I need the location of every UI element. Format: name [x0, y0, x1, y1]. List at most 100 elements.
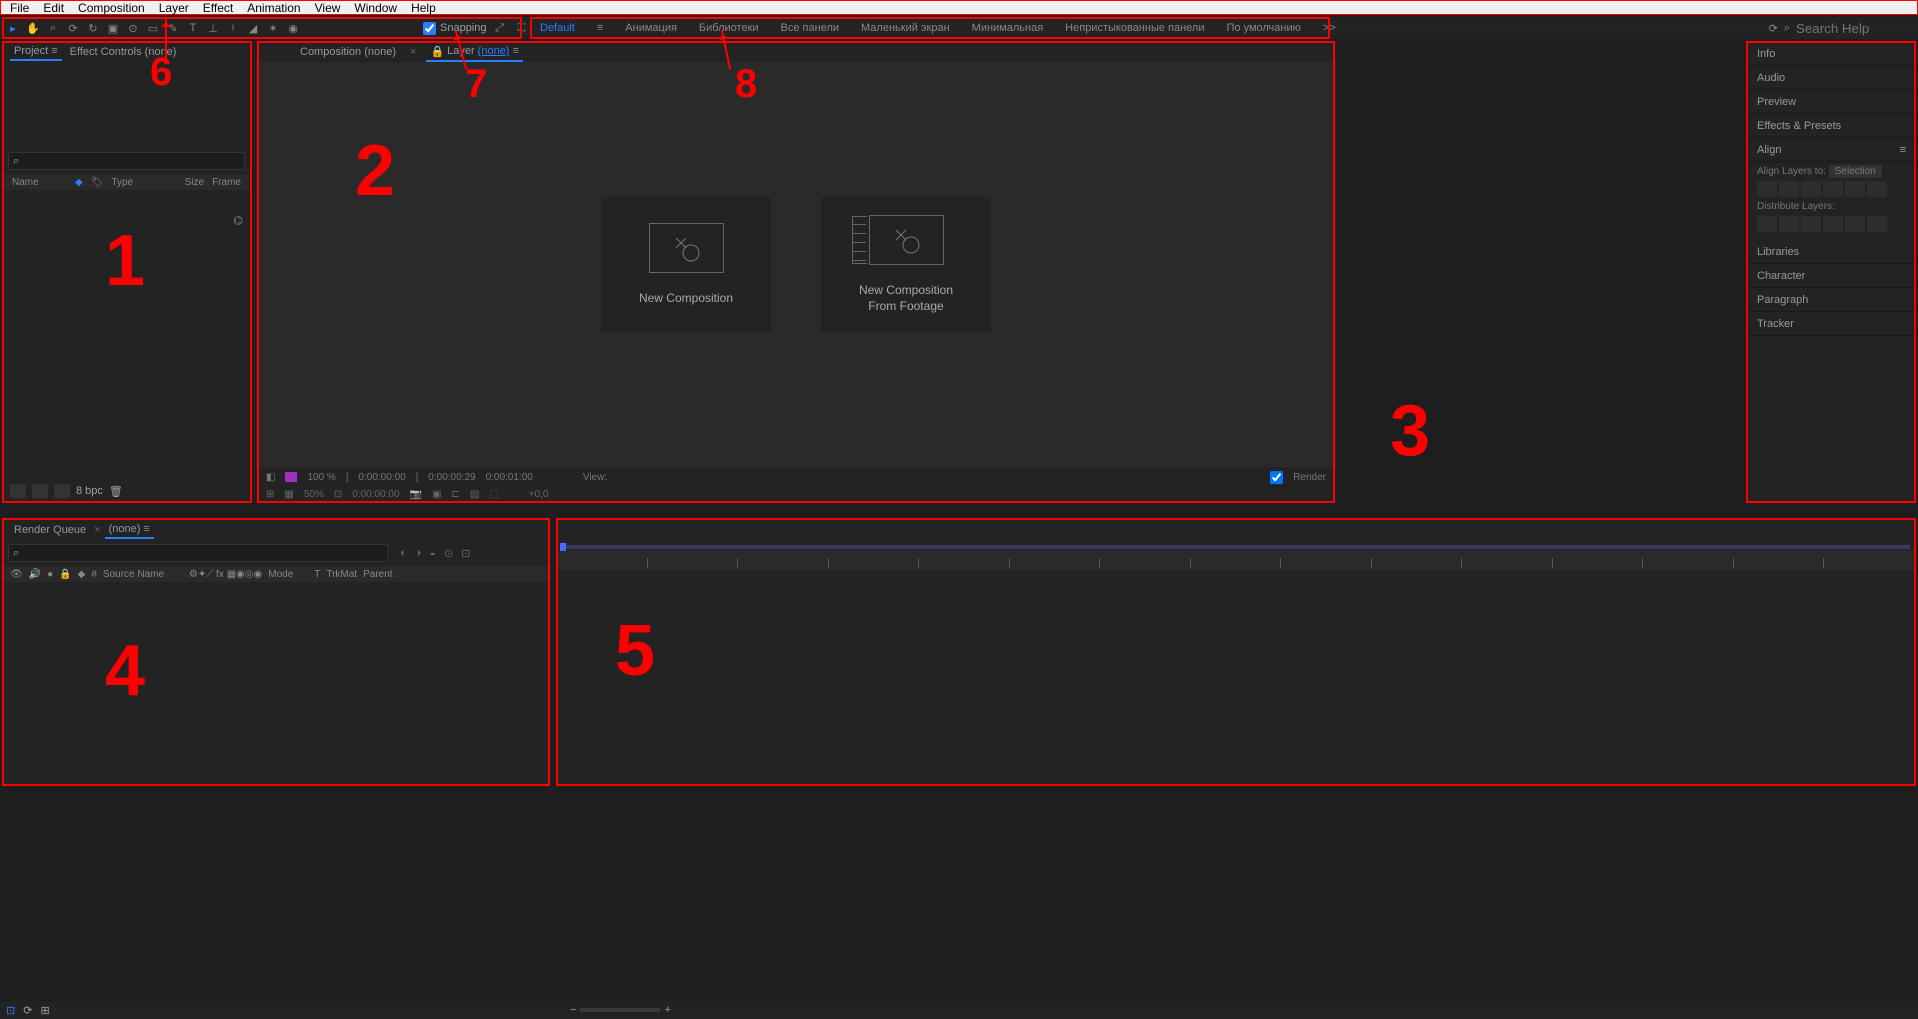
mask-icon[interactable]: ▦ — [284, 489, 293, 500]
tab-project[interactable]: Project ≡ — [10, 43, 62, 61]
timeline-tab-menu-icon[interactable]: ≡ — [143, 523, 149, 535]
menu-file[interactable]: File — [3, 1, 36, 15]
timeline-scrubber[interactable] — [560, 545, 1910, 549]
col-audio-icon[interactable]: 🔊 — [29, 569, 41, 580]
type-tool-icon[interactable]: T — [184, 19, 202, 37]
tl-opt1-icon[interactable]: ◐ — [400, 547, 407, 560]
time-duration[interactable]: 0:00:00:29 — [428, 472, 475, 483]
col-parent[interactable]: Parent — [363, 569, 403, 580]
new-composition-from-footage-button[interactable]: New CompositionFrom Footage — [821, 197, 991, 332]
exposure-value[interactable]: +0,0 — [529, 489, 549, 500]
snapping-checkbox[interactable] — [423, 22, 436, 35]
timeline-ruler[interactable] — [556, 550, 1914, 570]
col-switches-icon[interactable]: ⚙✦⟋ fx ▦◉◎◉ — [189, 569, 262, 580]
tab-composition[interactable]: Composition (none) — [296, 44, 400, 60]
col-mode[interactable]: Mode — [268, 569, 308, 580]
selection-tool-icon[interactable]: ▸ — [4, 19, 22, 37]
grid-icon[interactable]: ⊞ — [266, 489, 274, 500]
col-type[interactable]: Type — [111, 177, 133, 188]
menu-layer[interactable]: Layer — [152, 1, 196, 15]
zoom-slider[interactable] — [580, 1008, 660, 1012]
viewer-zoom[interactable]: 50% — [304, 489, 324, 500]
search-help-input[interactable] — [1796, 21, 1906, 36]
align-right-icon[interactable] — [1801, 181, 1821, 197]
workspace-default-ru[interactable]: По умолчанию — [1226, 22, 1300, 34]
trash-icon[interactable]: 🗑 — [109, 485, 123, 498]
pan-behind-tool-icon[interactable]: ⊙ — [124, 19, 142, 37]
panel-libraries[interactable]: Libraries — [1749, 240, 1914, 264]
menu-view[interactable]: View — [308, 1, 348, 15]
clone-tool-icon[interactable]: ⟊ — [224, 19, 242, 37]
panel-align[interactable]: Align≡ — [1749, 138, 1914, 162]
dist-top-icon[interactable] — [1757, 216, 1777, 232]
eraser-tool-icon[interactable]: ◢ — [244, 19, 262, 37]
project-tab-menu-icon[interactable]: ≡ — [51, 45, 57, 57]
roto-tool-icon[interactable]: ✶ — [264, 19, 282, 37]
menu-animation[interactable]: Animation — [240, 1, 307, 15]
transparency-icon[interactable]: ▨ — [470, 489, 479, 500]
align-vcenter-icon[interactable] — [1845, 181, 1865, 197]
playhead-icon[interactable] — [560, 543, 566, 551]
col-t[interactable]: T — [314, 569, 320, 580]
panel-effects-presets[interactable]: Effects & Presets — [1749, 114, 1914, 138]
res-icon[interactable]: ⊡ — [334, 489, 342, 500]
orbit-tool-icon[interactable]: ⟳ — [64, 19, 82, 37]
tab-rq-close-icon[interactable]: × — [94, 524, 100, 536]
camera-tool-icon[interactable]: ▣ — [104, 19, 122, 37]
dist-vcenter-icon[interactable] — [1779, 216, 1799, 232]
lock-icon[interactable]: 🔒 — [430, 45, 444, 58]
tl-opt2-icon[interactable]: ◑ — [415, 547, 422, 560]
tab-layer[interactable]: 🔒 Layer (none) ≡ — [426, 43, 522, 62]
current-time[interactable]: 0:00:00:00 — [352, 489, 399, 500]
menu-edit[interactable]: Edit — [36, 1, 71, 15]
layer-none-link[interactable]: (none) — [478, 45, 510, 57]
zoom-tool-icon[interactable]: ⌕ — [44, 19, 62, 37]
status-icon2[interactable]: ⟳ — [23, 1004, 32, 1017]
workspace-minimal[interactable]: Минимальная — [972, 22, 1044, 34]
puppet-tool-icon[interactable]: ◉ — [284, 19, 302, 37]
workspace-all-panels[interactable]: Все панели — [781, 22, 839, 34]
tab-render-queue[interactable]: Render Queue — [10, 522, 90, 538]
menu-help[interactable]: Help — [404, 1, 443, 15]
sync-icon[interactable]: ⟳ — [1769, 22, 1778, 35]
panel-paragraph[interactable]: Paragraph — [1749, 288, 1914, 312]
color-swatch[interactable] — [285, 472, 297, 482]
panel-character[interactable]: Character — [1749, 264, 1914, 288]
col-solo-icon[interactable]: ● — [47, 569, 53, 580]
rotate-tool-icon[interactable]: ↻ — [84, 19, 102, 37]
region-icon[interactable]: ⊏ — [451, 489, 459, 500]
col-tag-icon[interactable]: ◆ — [75, 177, 83, 188]
col-size[interactable]: Size — [185, 177, 204, 188]
status-icon1[interactable]: ⊡ — [6, 1004, 15, 1017]
panel-audio[interactable]: Audio — [1749, 66, 1914, 90]
snap-opt1-icon[interactable]: ⤢ — [491, 19, 509, 37]
bpc-toggle[interactable]: 8 bpc — [76, 485, 103, 497]
col-hash[interactable]: # — [91, 569, 97, 580]
dist-left-icon[interactable] — [1823, 216, 1843, 232]
tab-close-icon[interactable]: × — [410, 46, 416, 58]
pen-tool-icon[interactable]: ✎ — [164, 19, 182, 37]
menu-window[interactable]: Window — [347, 1, 404, 15]
layer-tab-menu-icon[interactable]: ≡ — [512, 45, 518, 57]
3d-icon[interactable]: ⬚ — [489, 489, 498, 500]
workspace-more-icon[interactable]: >> — [1323, 22, 1336, 34]
align-hcenter-icon[interactable] — [1779, 181, 1799, 197]
workspace-animation[interactable]: Анимация — [625, 22, 677, 34]
brush-tool-icon[interactable]: ⊥ — [204, 19, 222, 37]
project-search[interactable]: ⌕ — [8, 152, 245, 170]
panel-info[interactable]: Info — [1749, 42, 1914, 66]
panel-tracker[interactable]: Tracker — [1749, 312, 1914, 336]
render-checkbox[interactable] — [1270, 471, 1283, 484]
zoom-out-icon[interactable]: − — [570, 1004, 576, 1016]
workspace-menu-icon[interactable]: ≡ — [597, 22, 603, 34]
col-name[interactable]: Name — [12, 177, 67, 188]
flowchart-icon[interactable]: ⌬ — [233, 214, 243, 227]
new-comp-icon[interactable] — [54, 484, 70, 498]
hand-tool-icon[interactable]: ✋ — [24, 19, 42, 37]
col-source-name[interactable]: Source Name — [103, 569, 183, 580]
snapshot-icon[interactable]: 📷 — [410, 489, 422, 500]
col-label-icon[interactable]: ◆ — [78, 569, 86, 580]
dist-hcenter-icon[interactable] — [1845, 216, 1865, 232]
zoom-value[interactable]: 100 % — [307, 472, 335, 483]
align-selection-dropdown[interactable]: Selection — [1829, 165, 1882, 178]
